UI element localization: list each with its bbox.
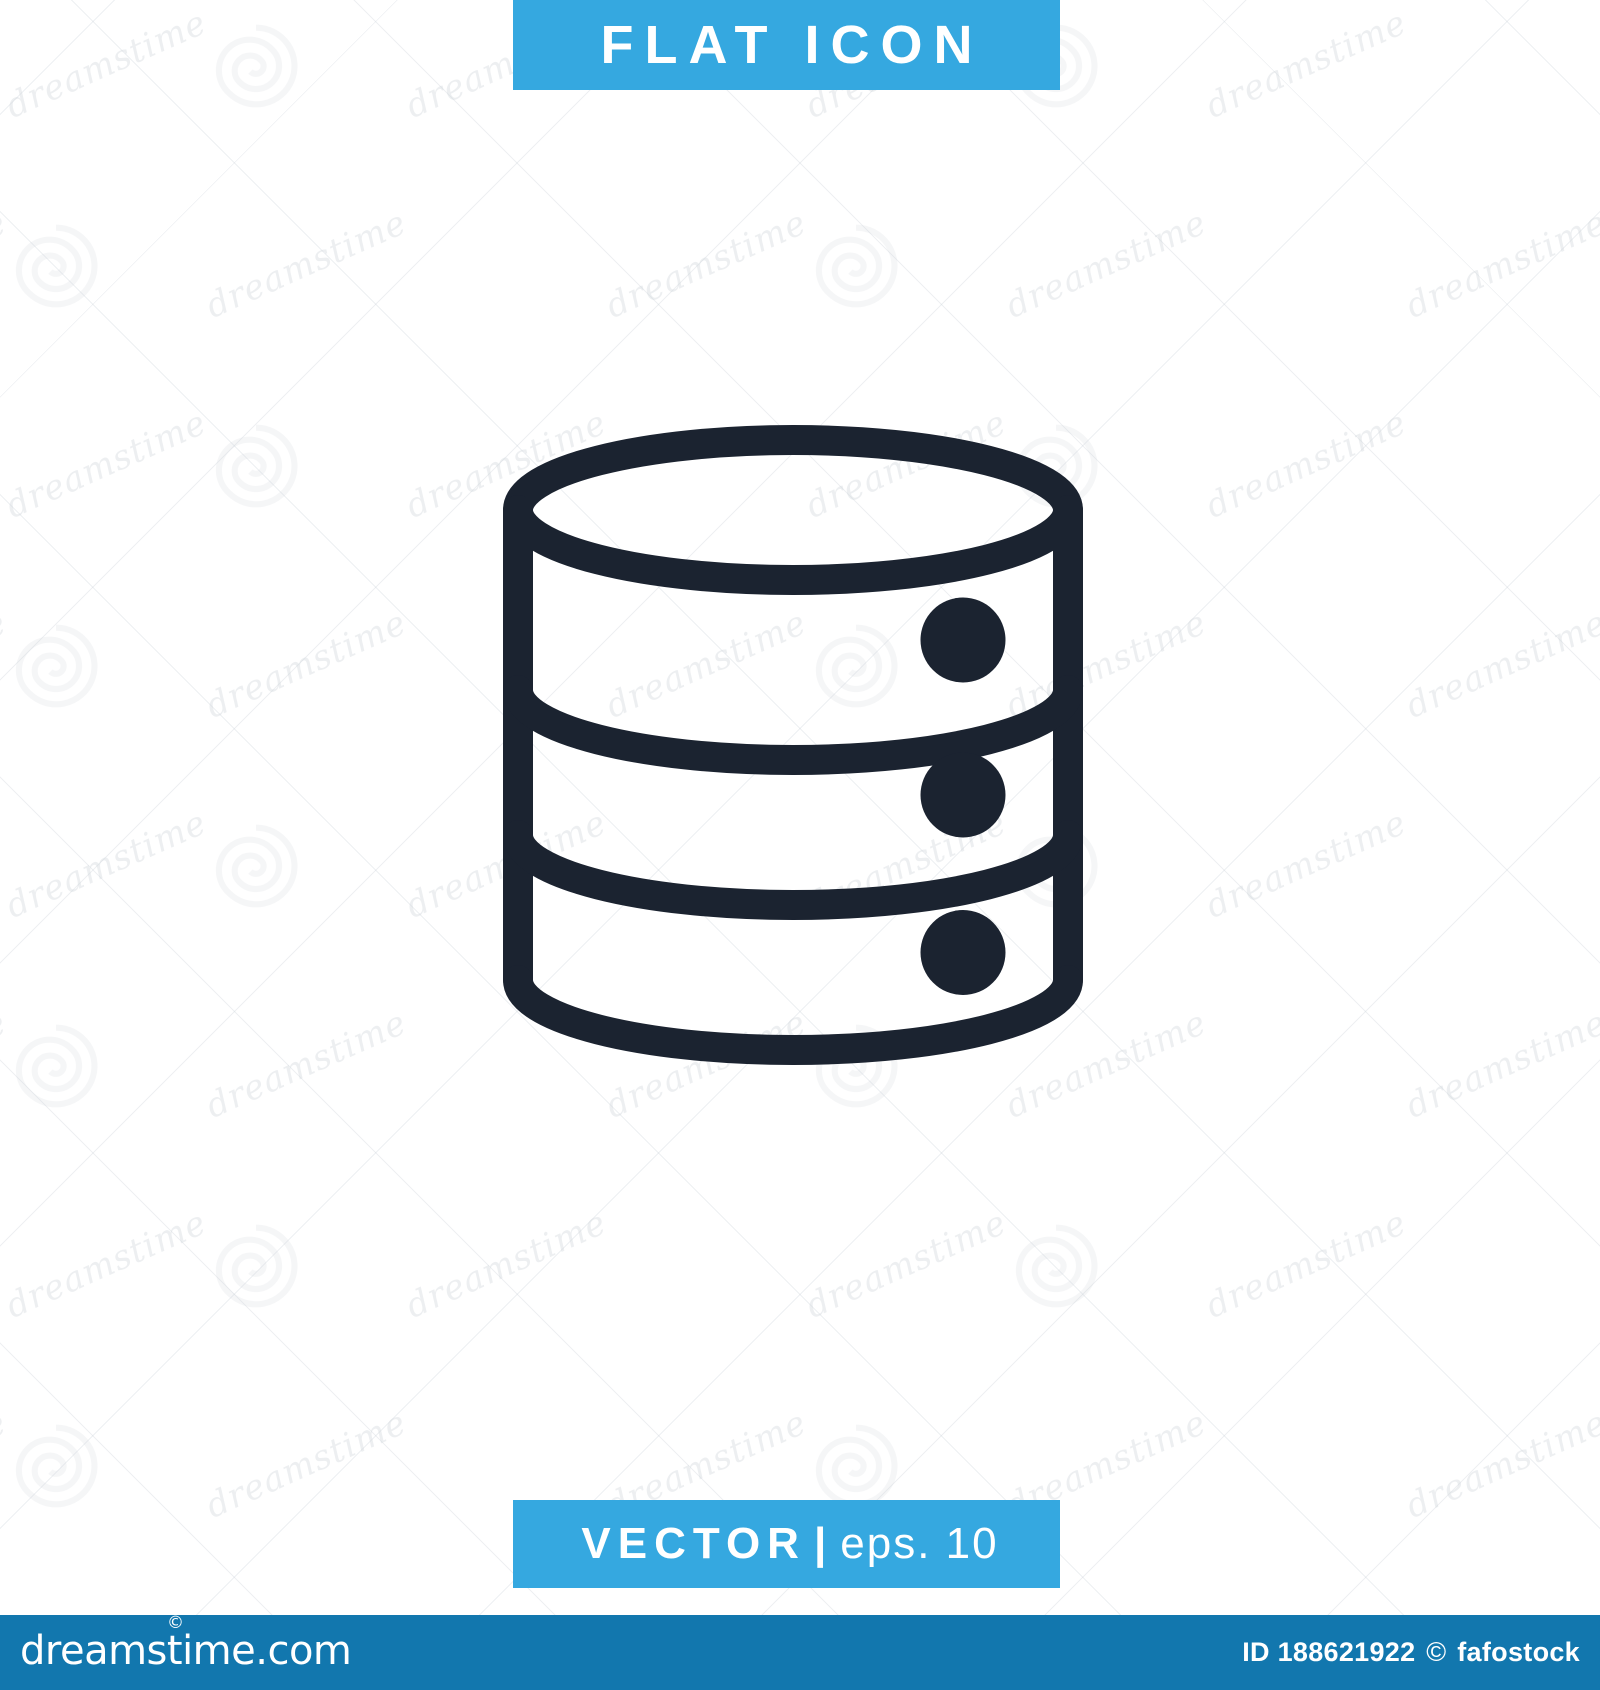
database-indicator-dot-1 <box>920 597 1006 683</box>
database-indicator-dot-3 <box>920 910 1006 995</box>
copyright-icon: © <box>1426 1637 1447 1667</box>
database-divider-2 <box>503 820 1083 920</box>
dreamstime-footer-bar: dreamstime.com © ID 188621922 © fafostoc… <box>0 1615 1600 1690</box>
vector-format-banner: VECTOR | eps. 10 <box>513 1500 1060 1588</box>
stock-image-canvas: dreamstime dreamstime dreamstime dreamstime… <box>0 0 1600 1690</box>
vector-format-line: VECTOR | eps. 10 <box>574 1522 998 1566</box>
vector-separator: | <box>813 1519 827 1568</box>
dreamstime-logo[interactable]: dreamstime.com © <box>20 1615 352 1674</box>
icon-stage <box>0 0 1600 1500</box>
vector-label: VECTOR <box>581 1519 806 1568</box>
dreamstime-logo-mark: © <box>167 1613 184 1633</box>
image-id-label: ID 188621922 <box>1242 1637 1416 1667</box>
flat-icon-banner: FLAT ICON <box>513 0 1060 90</box>
vector-format-label: eps. 10 <box>840 1519 999 1568</box>
database-top-ellipse <box>503 425 1083 595</box>
dreamstime-logo-text: dreamstime.com <box>20 1628 352 1674</box>
flat-icon-banner-title: FLAT ICON <box>600 15 984 75</box>
database-bottom-curve <box>503 965 1083 1065</box>
database-icon <box>503 425 1083 1065</box>
database-divider-1 <box>503 675 1083 775</box>
database-indicator-dot-2 <box>920 752 1006 838</box>
image-credit: ID 188621922 © fafostock <box>1242 1637 1580 1668</box>
contributor-name: fafostock <box>1457 1637 1580 1667</box>
